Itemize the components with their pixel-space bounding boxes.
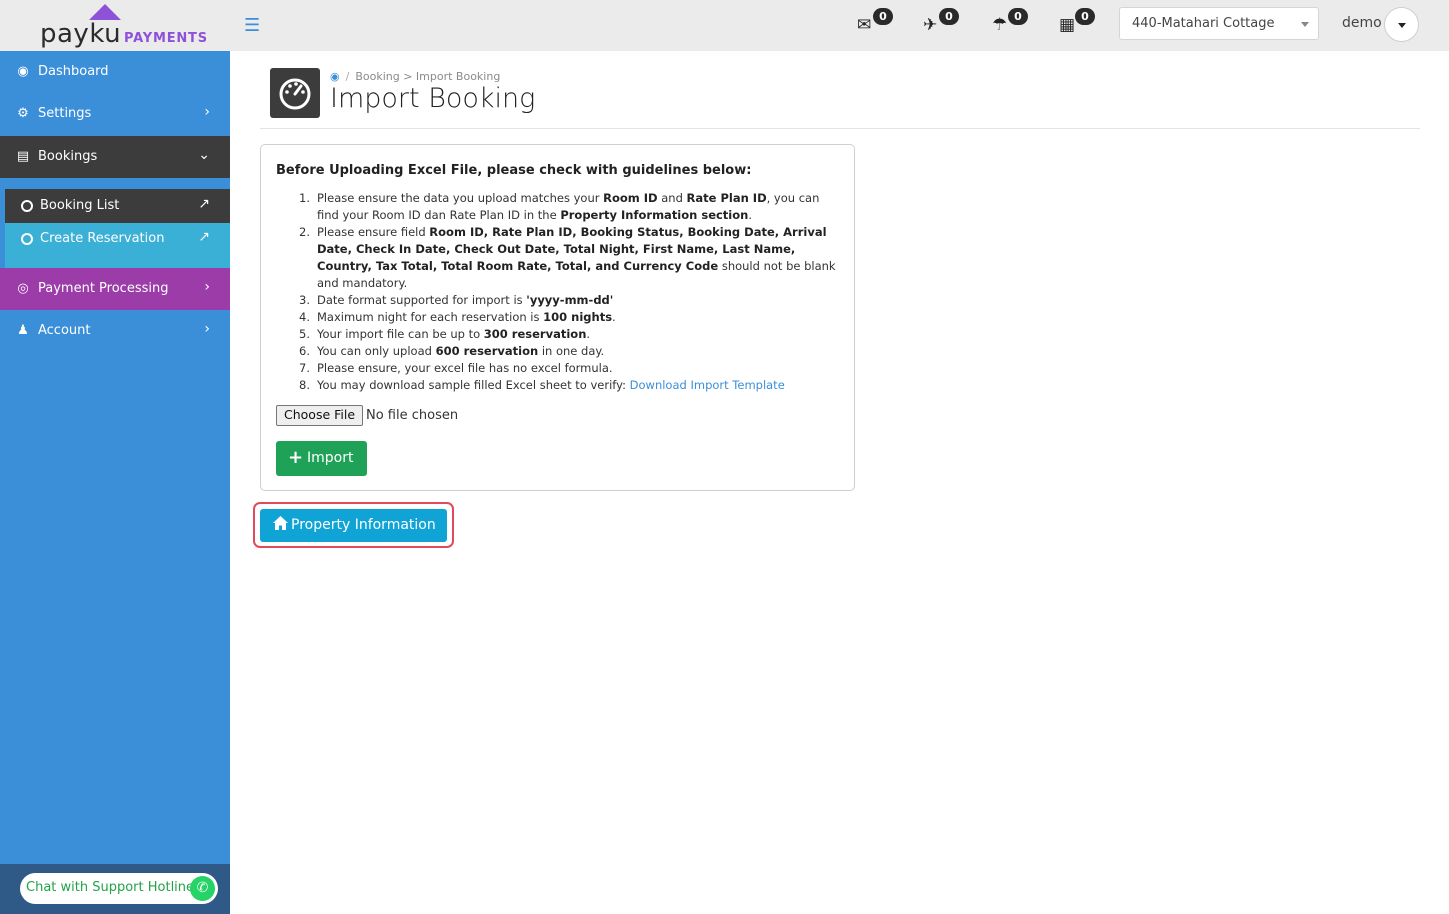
- check-in-person-icon: ✈: [923, 15, 938, 35]
- external-link-icon: ↗: [198, 196, 210, 212]
- guideline-item: 2. Please ensure field Room ID, Rate Plan…: [299, 225, 836, 290]
- guideline-item: 6. You can only upload 600 reservation in…: [299, 344, 605, 358]
- check-out-person-icon: ☂: [992, 15, 1008, 35]
- property-select[interactable]: 440-Matahari Cottage: [1119, 7, 1319, 40]
- guideline-item: 8. You may download sample filled Excel s…: [299, 378, 785, 392]
- property-information-button[interactable]: Property Information: [260, 509, 447, 542]
- plus-icon: +: [288, 447, 304, 468]
- sidebar: ◉ Dashboard ⚙ Settings › ▤ Bookings ⌄ Bo…: [0, 51, 230, 914]
- circle-icon: [21, 233, 33, 245]
- bookings-list-icon: ▤: [16, 149, 30, 164]
- hamburger-menu-icon[interactable]: ☰: [244, 15, 260, 36]
- breadcrumb-home-icon[interactable]: ◉: [330, 70, 340, 83]
- sidebar-subitem-label: Booking List: [40, 198, 120, 213]
- import-guidelines-card: Before Uploading Excel File, please chec…: [260, 144, 855, 491]
- chevron-right-icon: ›: [204, 321, 210, 337]
- whatsapp-icon: ✆: [190, 876, 215, 901]
- choose-file-button[interactable]: Choose File: [276, 405, 364, 426]
- top-bar: payku PAYMENTS ☰ ✉ 0 ✈ 0 ☂ 0 ▦ 0 440-Mat…: [0, 0, 1449, 51]
- guideline-item: 7. Please ensure, your excel file has no …: [299, 361, 613, 375]
- checkout-notification[interactable]: ☂ 0: [992, 8, 1032, 42]
- sidebar-item-dashboard[interactable]: ◉ Dashboard: [0, 51, 230, 93]
- sidebar-item-account[interactable]: ♟ Account ›: [0, 310, 230, 352]
- messages-badge: 0: [873, 8, 893, 25]
- user-name: demo: [1342, 15, 1382, 31]
- chevron-down-icon: [1301, 22, 1309, 27]
- gear-icon: ⚙: [17, 106, 29, 121]
- guidelines-title: Before Uploading Excel File, please chec…: [276, 163, 752, 178]
- chevron-down-icon: ⌄: [198, 147, 210, 163]
- header-divider: [260, 128, 1420, 129]
- guideline-item: 1. Please ensure the data you upload matc…: [299, 191, 820, 222]
- breadcrumb: ◉ / Booking > Import Booking: [330, 70, 500, 83]
- logo-roof-icon: [89, 4, 121, 20]
- chat-support-label: Chat with Support Hotline: [26, 880, 195, 895]
- page-dashboard-icon: [270, 68, 320, 118]
- logo-brand-sub: PAYMENTS: [124, 31, 208, 46]
- calendar-icon: ▦: [1059, 15, 1076, 35]
- sidebar-item-label: Account: [38, 323, 91, 338]
- external-link-icon: ↗: [198, 229, 210, 245]
- sidebar-item-label: Settings: [38, 106, 92, 121]
- payku-logo[interactable]: payku PAYMENTS: [0, 0, 230, 51]
- sidebar-item-label: Bookings: [38, 149, 98, 164]
- sidebar-subitem-create-reservation[interactable]: Create Reservation ↗: [5, 223, 230, 268]
- messages-notification[interactable]: ✉ 0: [857, 8, 897, 42]
- file-status: No file chosen: [366, 408, 459, 423]
- user-menu-button[interactable]: [1384, 7, 1419, 42]
- chat-support-button[interactable]: Chat with Support Hotline ✆: [20, 873, 218, 904]
- support-chat-bar: Chat with Support Hotline ✆: [0, 864, 230, 914]
- property-information-label: Property Information: [291, 517, 436, 533]
- guideline-item: 3. Date format supported for import is 'y…: [299, 293, 614, 307]
- breadcrumb-separator: /: [345, 70, 350, 83]
- breadcrumb-trail: Booking > Import Booking: [355, 70, 501, 83]
- sidebar-item-label: Dashboard: [38, 64, 109, 79]
- circle-icon: [21, 200, 33, 212]
- guideline-item: 5. Your import file can be up to 300 rese…: [299, 327, 591, 341]
- sidebar-item-settings[interactable]: ⚙ Settings ›: [0, 93, 230, 135]
- import-button[interactable]: + Import: [276, 441, 367, 476]
- logo-brand-text: payku: [40, 19, 122, 49]
- sidebar-item-bookings[interactable]: ▤ Bookings ⌄: [0, 136, 230, 178]
- import-button-label: Import: [307, 450, 354, 466]
- chevron-right-icon: ›: [204, 104, 210, 120]
- download-template-link[interactable]: Download Import Template: [630, 378, 785, 392]
- checkout-badge: 0: [1008, 8, 1028, 25]
- property-select-value: 440-Matahari Cottage: [1132, 16, 1275, 31]
- guideline-item: 4. Maximum night for each reservation is …: [299, 310, 616, 324]
- sidebar-subitem-label: Create Reservation: [40, 231, 165, 246]
- checkin-badge: 0: [939, 8, 959, 25]
- envelope-open-icon: ✉: [857, 15, 872, 35]
- user-icon: ♟: [17, 323, 29, 338]
- sidebar-item-label: Payment Processing: [38, 281, 169, 296]
- dashboard-gauge-icon: ◉: [17, 64, 29, 79]
- target-circle-icon: ◎: [17, 281, 29, 296]
- home-icon: [273, 516, 288, 530]
- calendar-badge: 0: [1075, 8, 1095, 25]
- caret-down-icon: [1398, 23, 1406, 28]
- sidebar-subitem-booking-list[interactable]: Booking List ↗: [5, 189, 230, 223]
- checkin-notification[interactable]: ✈ 0: [923, 8, 963, 42]
- guidelines-list: 1. Please ensure the data you upload matc…: [299, 190, 839, 394]
- calendar-notification[interactable]: ▦ 0: [1059, 8, 1099, 42]
- page-title: Import Booking: [330, 83, 536, 114]
- chevron-right-icon: ›: [204, 279, 210, 295]
- bookings-submenu: Booking List ↗ Create Reservation ↗: [0, 179, 230, 268]
- sidebar-item-payment-processing[interactable]: ◎ Payment Processing ›: [0, 268, 230, 310]
